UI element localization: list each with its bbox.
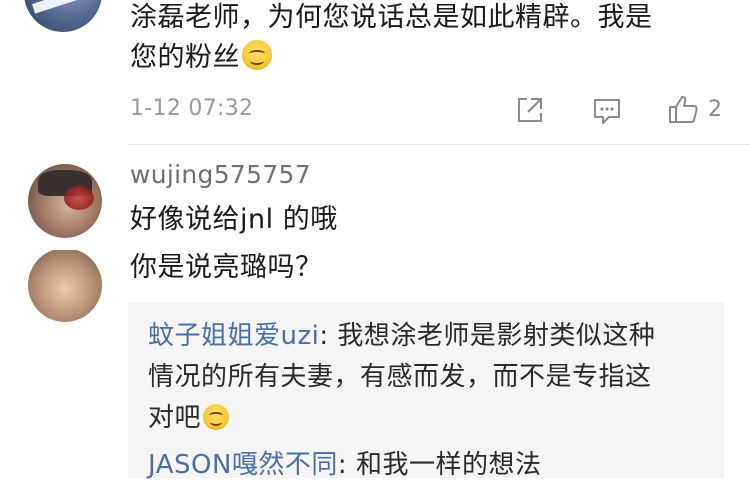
avatar[interactable] (24, 0, 102, 32)
smile-emoji-icon (242, 40, 272, 70)
like-count: 2 (708, 97, 722, 122)
reply-item[interactable]: JASON嘎然不同: 和我一样的想法 (148, 445, 541, 486)
comment-text-line: 好像说给jnl 的哦 (130, 204, 338, 235)
comment-text-line: 你是说亮璐吗？ (130, 252, 323, 283)
thumbs-up-icon[interactable] (667, 93, 699, 125)
comment-icon[interactable] (592, 96, 622, 126)
share-icon[interactable] (515, 95, 545, 125)
reply-text: 我想涂老师是影射类似这种 (337, 321, 656, 351)
avatar[interactable] (28, 164, 102, 238)
replies-box[interactable]: 蚊子姐姐爱uzi: 我想涂老师是影射类似这种 情况的所有夫妻，有感而发，而不是专… (128, 302, 724, 480)
smile-emoji-icon (203, 404, 230, 430)
comment-text-line: 涂磊老师，为何您说话总是如此精辟。我是 (130, 2, 653, 33)
username[interactable]: wujing575757 (130, 160, 311, 189)
avatar[interactable] (28, 248, 102, 322)
divider (128, 144, 750, 145)
reply-item[interactable]: 蚊子姐姐爱uzi: 我想涂老师是影射类似这种 (148, 316, 655, 357)
reply-author[interactable]: JASON嘎然不同 (148, 450, 338, 480)
comment-timestamp: 1-12 07:32 (130, 96, 254, 121)
reply-text-line: 对吧 (148, 398, 230, 439)
reply-author[interactable]: 蚊子姐姐爱uzi (148, 321, 319, 351)
avatar-overlap-gap (20, 238, 110, 250)
reply-text-line: 情况的所有夫妻，有感而发，而不是专指这 (148, 362, 652, 392)
reply-text: 和我一样的想法 (355, 450, 542, 480)
comment-text-line: 您的粉丝 (130, 38, 272, 78)
